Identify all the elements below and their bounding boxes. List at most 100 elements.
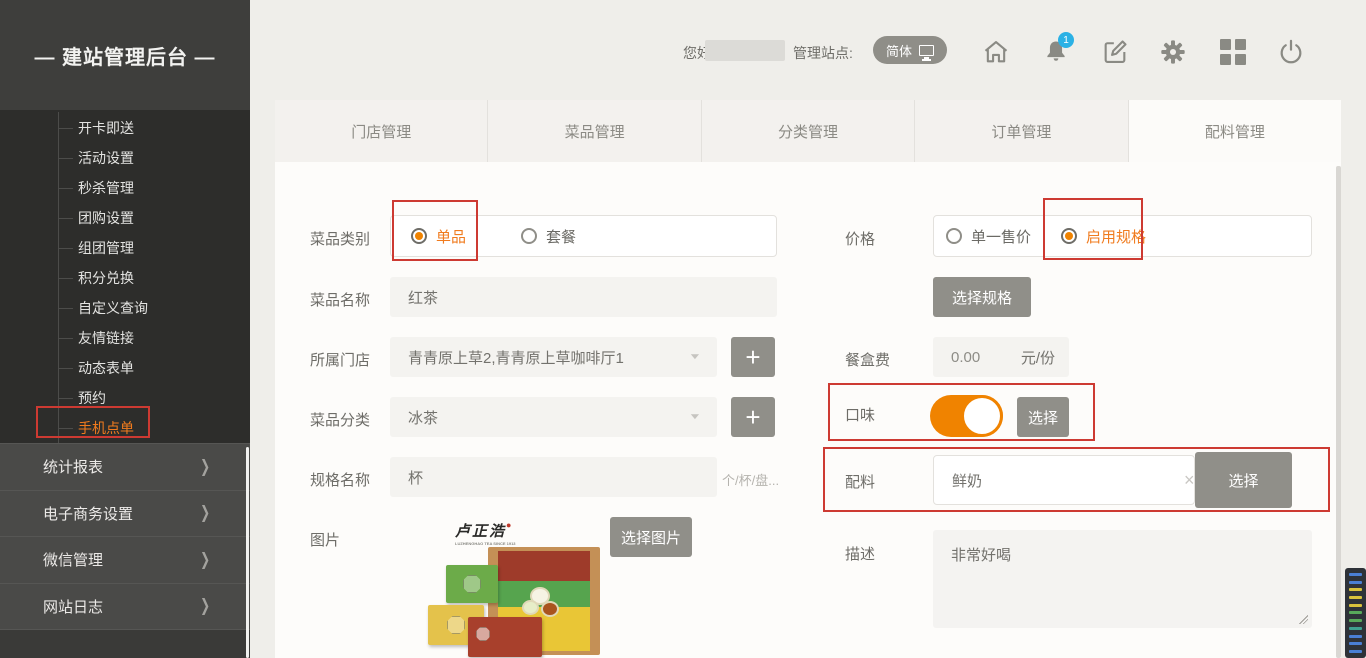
notifications-bell-icon[interactable]: 1: [1042, 38, 1070, 66]
sidebar-item-label: 组团管理: [78, 238, 134, 258]
spec-name-input[interactable]: 杯: [390, 457, 717, 497]
edit-icon[interactable]: [1101, 38, 1129, 66]
sidebar-group-wechat[interactable]: 微信管理❯: [0, 536, 250, 583]
app-root: — 建站管理后台 — 开卡即送 活动设置 秒杀管理 团购设置 组团管理 积分兑换…: [0, 0, 1366, 658]
dish-name-label: 菜品名称: [310, 289, 370, 310]
tree-tick: [58, 308, 73, 309]
sidebar: — 建站管理后台 — 开卡即送 活动设置 秒杀管理 团购设置 组团管理 积分兑换…: [0, 0, 250, 658]
box-fee-unit: 元/份: [1021, 347, 1055, 368]
spec-name-hint: 个/杯/盘...: [722, 470, 779, 489]
radio-enable-spec[interactable]: 启用规格: [1061, 226, 1146, 247]
tree-tick: [58, 218, 73, 219]
sidebar-item-activity[interactable]: 活动设置: [0, 143, 250, 173]
sidebar-item-links[interactable]: 友情链接: [0, 323, 250, 353]
box-fee-label: 餐盒费: [845, 349, 890, 370]
box-stripe-red: [498, 551, 590, 581]
box-fee-input[interactable]: 0.00 元/份: [933, 337, 1069, 377]
sidebar-item-label: 团购设置: [78, 208, 134, 228]
tab-dish-management[interactable]: 菜品管理: [488, 100, 701, 162]
sidebar-groups: 统计报表❯ 电子商务设置❯ 微信管理❯ 网站日志❯: [0, 443, 250, 629]
brand-name: 卢正浩: [455, 523, 506, 540]
tree-tick: [58, 278, 73, 279]
tab-store-management[interactable]: 门店管理: [275, 100, 488, 162]
radio-label: 套餐: [546, 226, 576, 247]
sidebar-item-dynamic-form[interactable]: 动态表单: [0, 353, 250, 383]
flavor-choose-button[interactable]: 选择: [1017, 397, 1069, 437]
description-label: 描述: [845, 543, 875, 564]
tab-order-management[interactable]: 订单管理: [915, 100, 1128, 162]
notification-badge: 1: [1058, 32, 1074, 48]
dish-name-input[interactable]: 红茶: [390, 277, 777, 317]
sidebar-item-label: 友情链接: [78, 328, 134, 348]
tree-tick: [58, 128, 73, 129]
grid-square: [1235, 54, 1246, 65]
grid-square: [1220, 54, 1231, 65]
radio-combo[interactable]: 套餐: [521, 226, 576, 247]
radio-circle: [521, 228, 537, 244]
chevron-down-icon: ▼: [688, 411, 702, 421]
ingredient-choose-button[interactable]: 选择: [1195, 452, 1292, 508]
product-image: 卢正浩●LUZHENGHAO TEA SINCE 1913: [428, 517, 608, 658]
add-class-button[interactable]: +: [731, 397, 775, 437]
tab-ingredient-management[interactable]: 配料管理: [1129, 100, 1341, 162]
sidebar-group-sitelog[interactable]: 网站日志❯: [0, 583, 250, 630]
tree-tick: [58, 248, 73, 249]
spec-name-label: 规格名称: [310, 469, 370, 490]
dish-class-label: 菜品分类: [310, 409, 370, 430]
group-label: 微信管理: [43, 549, 103, 570]
store-select[interactable]: 青青原上草2,青青原上草咖啡厅1: [390, 337, 717, 377]
username-redacted: [705, 40, 785, 61]
app-title: — 建站管理后台 —: [0, 0, 250, 110]
sidebar-item-team[interactable]: 组团管理: [0, 233, 250, 263]
sidebar-item-label: 积分兑换: [78, 268, 134, 288]
sidebar-item-card-gift[interactable]: 开卡即送: [0, 113, 250, 143]
tree-tick: [58, 188, 73, 189]
choose-spec-button[interactable]: 选择规格: [933, 277, 1031, 317]
textarea-resize-handle[interactable]: [1299, 615, 1308, 624]
language-label: 简体: [886, 41, 912, 60]
dish-category-label: 菜品类别: [310, 228, 370, 249]
choose-image-button[interactable]: 选择图片: [610, 517, 692, 557]
brand-subtitle: LUZHENGHAO TEA SINCE 1913: [455, 541, 516, 546]
radio-circle: [1061, 228, 1077, 244]
settings-gear-icon[interactable]: [1159, 38, 1187, 66]
logout-power-icon[interactable]: [1277, 38, 1305, 66]
tree-tick: [58, 158, 73, 159]
tab-category-management[interactable]: 分类管理: [702, 100, 915, 162]
top-header: 您好 管理站点: 简体 1: [250, 0, 1366, 100]
radio-single-price[interactable]: 单一售价: [946, 226, 1031, 247]
sidebar-item-label: 预约: [78, 388, 106, 408]
content-scrollbar[interactable]: [1336, 166, 1341, 658]
sidebar-item-points[interactable]: 积分兑换: [0, 263, 250, 293]
language-button[interactable]: 简体: [873, 36, 947, 64]
sidebar-item-custom-query[interactable]: 自定义查询: [0, 293, 250, 323]
sidebar-item-label: 动态表单: [78, 358, 134, 378]
box-fee-value: 0.00: [951, 349, 980, 366]
chevron-right-icon: ❯: [200, 457, 210, 477]
chevron-down-icon: ▼: [688, 351, 702, 361]
sidebar-item-seckill[interactable]: 秒杀管理: [0, 173, 250, 203]
grid-square: [1235, 39, 1246, 50]
radio-circle: [946, 228, 962, 244]
radio-circle: [411, 228, 427, 244]
sidebar-item-label: 活动设置: [78, 148, 134, 168]
chevron-right-icon: ❯: [200, 503, 210, 523]
radio-single-item[interactable]: 单品: [411, 226, 466, 247]
sidebar-item-groupbuy[interactable]: 团购设置: [0, 203, 250, 233]
radio-label: 启用规格: [1086, 226, 1146, 247]
dish-category-group: 单品 套餐: [390, 215, 777, 257]
dish-class-select[interactable]: 冰茶: [390, 397, 717, 437]
add-store-button[interactable]: +: [731, 337, 775, 377]
clear-icon[interactable]: ×: [1184, 470, 1195, 491]
flavor-label: 口味: [845, 404, 875, 425]
flavor-toggle[interactable]: [930, 395, 1003, 437]
sidebar-group-ecommerce[interactable]: 电子商务设置❯: [0, 490, 250, 537]
apps-grid-icon[interactable]: [1219, 38, 1247, 66]
sidebar-scrollbar[interactable]: [246, 447, 249, 658]
tea-cup: [541, 601, 559, 617]
description-textarea[interactable]: 非常好喝: [933, 530, 1312, 628]
grid-square: [1220, 39, 1231, 50]
ingredient-input[interactable]: 鲜奶: [933, 455, 1195, 505]
home-icon[interactable]: [982, 38, 1010, 66]
sidebar-group-statistics[interactable]: 统计报表❯: [0, 443, 250, 490]
